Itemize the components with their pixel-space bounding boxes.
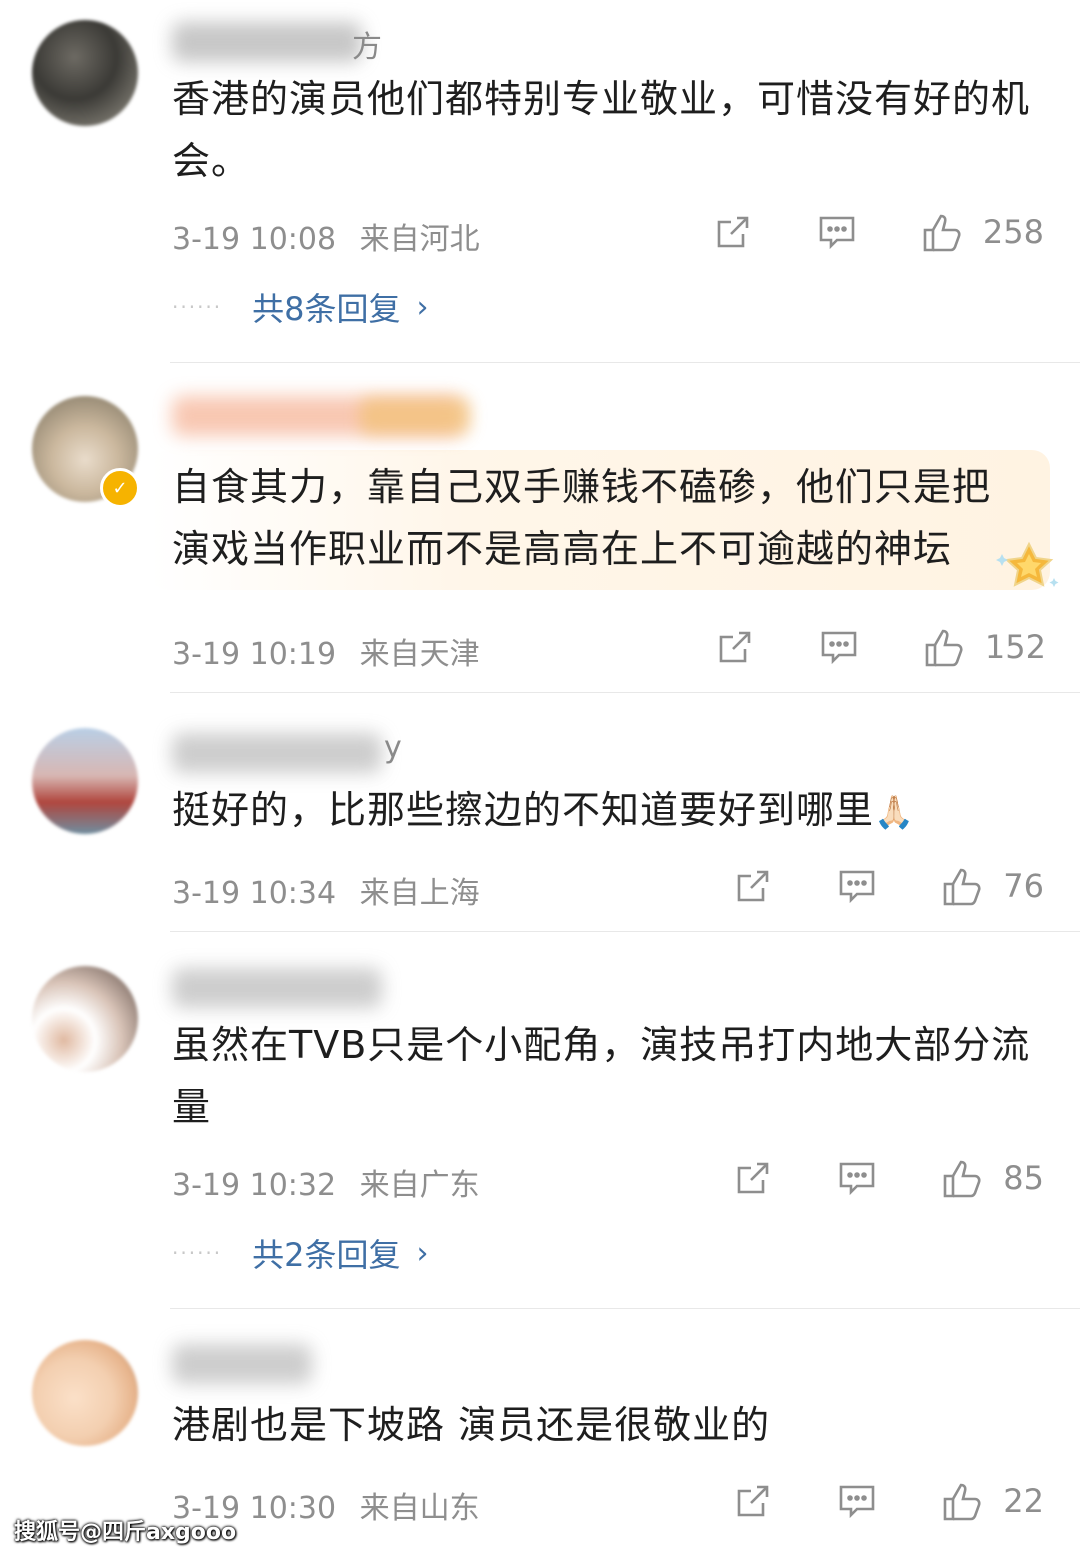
like-button[interactable]: 152: [923, 625, 1046, 669]
comment-icon: [839, 1162, 875, 1196]
replies-link[interactable]: ······ 共8条回复 ›: [172, 284, 429, 330]
comment-actions: 152: [715, 625, 1046, 669]
comment-meta: 3-19 10:08 来自河北: [172, 214, 480, 258]
share-button[interactable]: [715, 627, 755, 667]
like-count: 152: [984, 628, 1046, 666]
avatar[interactable]: [32, 1340, 138, 1446]
username-blurred[interactable]: [172, 22, 362, 62]
divider: [170, 362, 1080, 363]
comment-text: 挺好的，比那些擦边的不知道要好到哪里🙏🏻: [172, 779, 1032, 843]
comment-time: 3-19 10:19: [172, 637, 337, 672]
comment-meta: 3-19 10:32 来自广东: [172, 1160, 480, 1204]
username-blurred[interactable]: [172, 1344, 312, 1384]
username-tail: 方: [352, 30, 382, 65]
comment-text-body: 挺好的，比那些擦边的不知道要好到哪里: [172, 788, 875, 832]
comment-button[interactable]: [817, 212, 857, 252]
thumbs-up-icon: [943, 1160, 981, 1198]
replies-label: 共2条回复: [252, 1236, 401, 1274]
comment-location: 来自广东: [359, 1168, 480, 1203]
comment-meta: 3-19 10:19 来自天津: [172, 629, 480, 673]
chevron-right-icon: ›: [416, 1235, 429, 1271]
like-button[interactable]: 258: [921, 210, 1044, 254]
thumbs-up-icon: [943, 868, 981, 906]
comment-icon: [839, 870, 875, 904]
share-icon: [737, 870, 769, 902]
thumbs-up-icon: [943, 1483, 981, 1521]
chevron-right-icon: ›: [416, 289, 429, 325]
comment-button[interactable]: [837, 866, 877, 906]
comment-location: 来自河北: [359, 222, 480, 257]
like-button[interactable]: 85: [941, 1156, 1044, 1200]
share-icon: [737, 1485, 769, 1517]
comment-actions: 258: [713, 210, 1044, 254]
avatar[interactable]: [32, 20, 138, 126]
comment-text: 自食其力，靠自己双手赚钱不磕碜，他们只是把演戏当作职业而不是高高在上不可逾越的神…: [172, 465, 992, 571]
like-count: 85: [1003, 1159, 1044, 1197]
username-blurred[interactable]: [172, 968, 382, 1008]
share-button[interactable]: [733, 1158, 773, 1198]
replies-link[interactable]: ······ 共2条回复 ›: [172, 1230, 429, 1276]
divider: [170, 931, 1080, 932]
comment-actions: 85: [733, 1156, 1044, 1200]
comment-location: 来自山东: [359, 1491, 480, 1526]
divider: [170, 1308, 1080, 1309]
comment-meta: 3-19 10:34 来自上海: [172, 868, 480, 912]
share-icon: [719, 631, 751, 663]
username-tag-blurred: [360, 398, 470, 434]
comment-time: 3-19 10:08: [172, 222, 337, 257]
star-badge-icon: [996, 541, 1059, 587]
verified-badge-icon: ✓: [100, 468, 140, 508]
comment-text: 香港的演员他们都特别专业敬业，可惜没有好的机会。: [172, 77, 1031, 183]
username-tail: y: [384, 730, 402, 765]
comment-icon: [839, 1485, 875, 1519]
avatar[interactable]: [32, 966, 138, 1072]
comment-icon: [819, 216, 855, 250]
comment-location: 来自上海: [359, 876, 480, 911]
watermark: 搜狐号@四斤axgooo: [14, 1520, 237, 1545]
like-button[interactable]: 22: [941, 1479, 1044, 1523]
comment-location: 来自天津: [359, 637, 480, 672]
comment-icon: [821, 631, 857, 665]
comment-time: 3-19 10:34: [172, 876, 337, 911]
share-button[interactable]: [733, 1481, 773, 1521]
like-count: 22: [1003, 1482, 1044, 1520]
comment-text: 港剧也是下坡路 演员还是很敬业的: [172, 1403, 771, 1447]
share-icon: [737, 1162, 769, 1194]
like-count: 76: [1003, 867, 1044, 905]
username-blurred[interactable]: [172, 733, 382, 773]
share-button[interactable]: [733, 866, 773, 906]
comment-actions: 22: [733, 1479, 1044, 1523]
like-count: 258: [982, 213, 1044, 251]
like-button[interactable]: 76: [941, 864, 1044, 908]
comment-button[interactable]: [837, 1481, 877, 1521]
divider: [170, 692, 1080, 693]
thumbs-up-icon: [925, 629, 963, 667]
comment-text: 虽然在TVB只是个小配角，演技吊打内地大部分流量: [172, 1023, 1031, 1129]
comment-button[interactable]: [837, 1158, 877, 1198]
dots: ······: [172, 295, 223, 319]
share-icon: [717, 216, 749, 248]
comment-time: 3-19 10:32: [172, 1168, 337, 1203]
prayer-emoji: 🙏🏻: [874, 793, 915, 831]
dots: ······: [172, 1241, 223, 1265]
share-button[interactable]: [713, 212, 753, 252]
avatar[interactable]: [32, 728, 138, 834]
comment-button[interactable]: [819, 627, 859, 667]
replies-label: 共8条回复: [252, 290, 401, 328]
comment-actions: 76: [733, 864, 1044, 908]
thumbs-up-icon: [923, 214, 961, 252]
